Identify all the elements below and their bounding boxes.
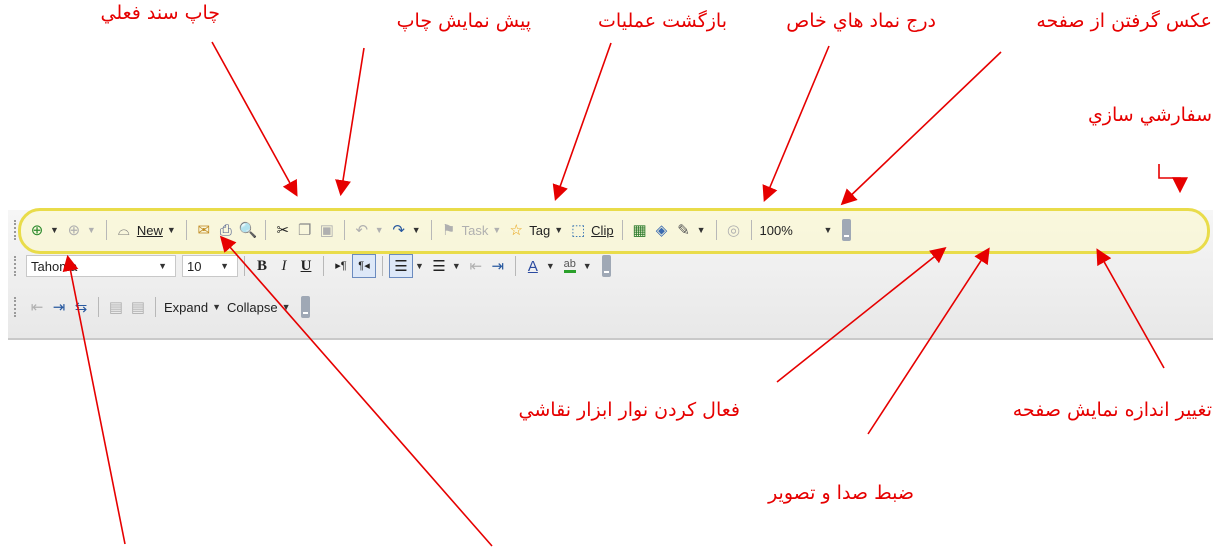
arrow-left-2 — [219, 235, 493, 547]
arrow-record-av — [867, 247, 990, 435]
arrow-screen-clip — [840, 51, 1002, 206]
arrow-zoom — [1096, 248, 1165, 369]
arrow-undo — [552, 42, 612, 202]
arrow-customize — [1158, 164, 1188, 194]
arrow-drawing-toolbar — [776, 247, 947, 383]
arrow-print-current — [211, 41, 298, 197]
arrow-left-1 — [62, 254, 126, 545]
arrow-insert-special — [762, 45, 830, 202]
arrow-print-preview — [335, 47, 365, 197]
callout-arrows — [62, 41, 1188, 547]
